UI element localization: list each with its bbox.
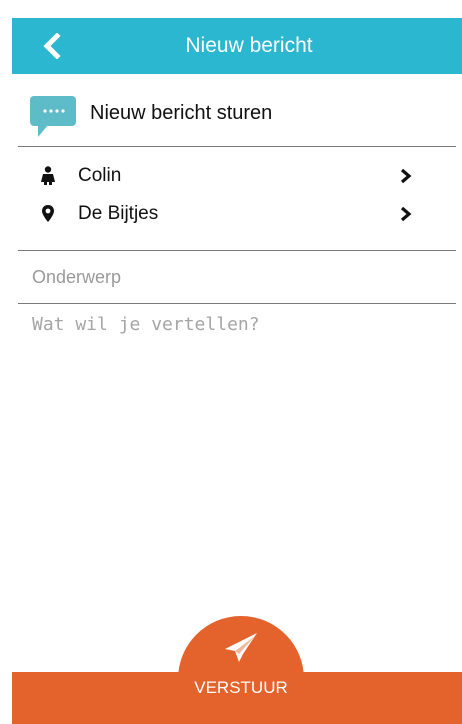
subject-input[interactable]	[32, 260, 442, 294]
compose-message-screen: Nieuw bericht Nieuw bericht sturen Colin	[0, 0, 462, 724]
divider	[18, 146, 456, 147]
compose-header-title: Nieuw bericht sturen	[90, 102, 273, 124]
chevron-right-icon	[400, 206, 412, 222]
page-title: Nieuw bericht	[185, 34, 313, 57]
message-input[interactable]	[32, 314, 452, 654]
person-icon	[41, 166, 55, 185]
compose-header: Nieuw bericht sturen	[12, 74, 462, 146]
location-label: De Bijtjes	[78, 203, 159, 224]
paper-plane-icon[interactable]	[223, 632, 259, 664]
divider	[18, 250, 456, 251]
location-pin-icon	[42, 205, 54, 222]
app-bar: Nieuw bericht	[12, 18, 462, 74]
divider	[18, 303, 456, 304]
send-button-label[interactable]: VERSTUUR	[178, 678, 304, 698]
recipient-row[interactable]: Colin	[12, 158, 462, 194]
recipient-label: Colin	[78, 165, 122, 186]
chat-bubble-icon	[30, 96, 76, 137]
compose-form: Nieuw bericht sturen Colin De Bijtjes	[12, 74, 462, 654]
status-strip	[0, 0, 462, 18]
location-row[interactable]: De Bijtjes	[12, 196, 462, 232]
chevron-right-icon	[400, 168, 412, 184]
